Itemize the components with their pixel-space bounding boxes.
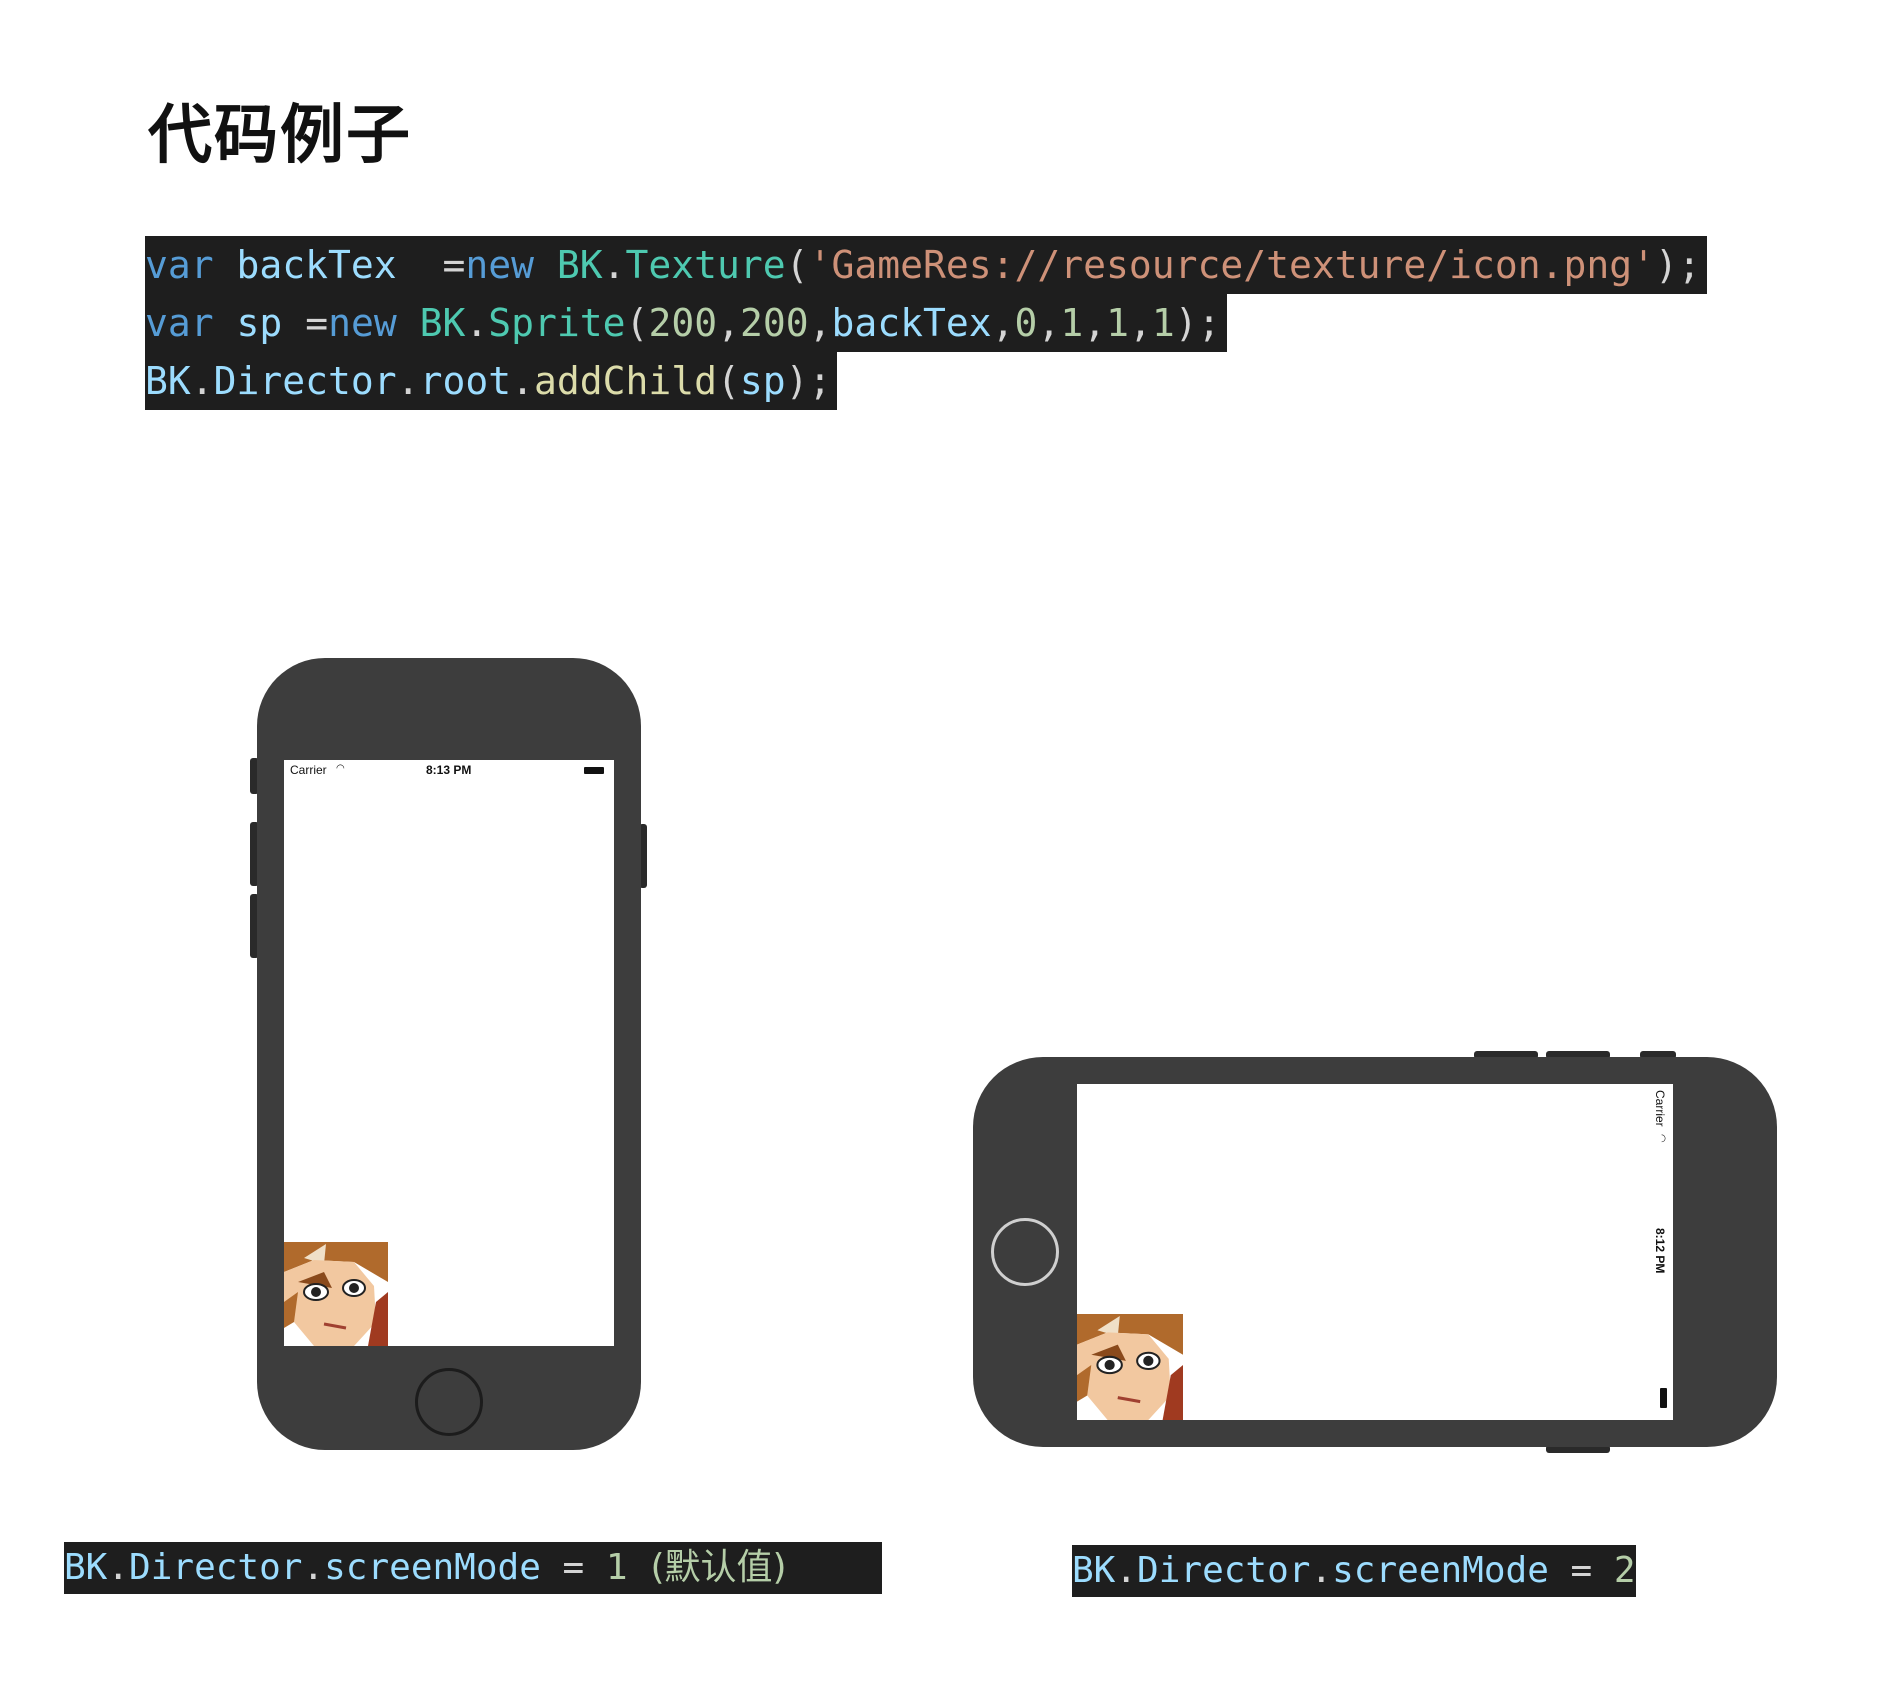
comma: , <box>1037 301 1061 345</box>
battery-icon <box>1660 1388 1667 1408</box>
keyword-var: var <box>145 243 214 287</box>
carrier-label: Carrier <box>1653 1090 1667 1127</box>
code-line-1: var backTex =new BK.Texture('GameRes://r… <box>145 236 1707 294</box>
number-literal: 1 <box>1060 301 1084 345</box>
page-title: 代码例子 <box>148 99 412 173</box>
director: Director <box>129 1547 303 1588</box>
dot: . <box>396 359 420 403</box>
dot: . <box>190 359 214 403</box>
comma: , <box>1129 301 1152 345</box>
dot: . <box>1310 1550 1333 1591</box>
root-property: root <box>419 359 512 403</box>
class-name: Texture <box>625 243 786 287</box>
dot: . <box>602 243 626 287</box>
portrait-screen: Carrier ◠ 8:13 PM <box>284 760 614 1346</box>
code-line-2: var sp =new BK.Sprite(200,200,backTex,0,… <box>145 294 1227 352</box>
namespace: BK <box>1072 1550 1116 1591</box>
namespace: BK <box>64 1547 108 1588</box>
variable-name: sp <box>236 301 283 345</box>
number-literal: 1 <box>1106 301 1129 345</box>
assign-operator: = <box>305 301 329 345</box>
status-time: 8:13 PM <box>426 763 472 777</box>
dot: . <box>465 301 489 345</box>
number-literal: 0 <box>1014 301 1038 345</box>
wifi-icon: ◠ <box>1656 1134 1667 1143</box>
class-name: Sprite <box>488 301 626 345</box>
sprite-face-icon <box>284 1242 388 1346</box>
keyword-var: var <box>145 301 214 345</box>
comma: , <box>808 301 832 345</box>
namespace: BK <box>556 243 603 287</box>
comma: , <box>1083 301 1107 345</box>
paren-close: ); <box>1174 301 1221 345</box>
dot: . <box>511 359 534 403</box>
equals: = <box>540 1547 606 1588</box>
caption-screenmode-1: BK.Director.screenMode = 1 (默认值) <box>64 1542 882 1594</box>
carrier-label: Carrier <box>290 763 327 777</box>
dot: . <box>1115 1550 1138 1591</box>
argument: backTex <box>831 301 992 345</box>
dot: . <box>107 1547 130 1588</box>
paren-open: ( <box>625 301 649 345</box>
paren-close: ); <box>1655 243 1701 287</box>
dot: . <box>302 1547 325 1588</box>
equals: = <box>1548 1550 1614 1591</box>
property-name: screenMode <box>1332 1550 1549 1591</box>
property-name: screenMode <box>324 1547 541 1588</box>
number-literal: 200 <box>739 301 809 345</box>
status-time: 8:12 PM <box>1653 1228 1667 1274</box>
number-literal: 200 <box>648 301 718 345</box>
string-literal: 'GameRes://resource/texture/icon.png' <box>808 243 1656 287</box>
number-literal: 1 <box>1151 301 1175 345</box>
paren-close: ); <box>785 359 832 403</box>
namespace: BK <box>145 359 191 403</box>
keyword-new: new <box>465 243 534 287</box>
value: 1 <box>605 1547 628 1588</box>
sprite-face-icon <box>1077 1314 1183 1420</box>
paren-open: ( <box>717 359 740 403</box>
namespace: BK <box>419 301 466 345</box>
keyword-new: new <box>328 301 397 345</box>
value: 2 <box>1613 1550 1636 1591</box>
director: Director <box>213 359 397 403</box>
director: Director <box>1137 1550 1311 1591</box>
comma: , <box>991 301 1015 345</box>
portrait-home-button[interactable] <box>415 1368 483 1436</box>
code-line-3: BK.Director.root.addChild(sp); <box>145 352 838 410</box>
comma: , <box>717 301 740 345</box>
battery-icon <box>584 767 604 774</box>
function-name: addChild <box>533 359 718 403</box>
paren-open: ( <box>785 243 809 287</box>
landscape-screen: Carrier ◠ 8:12 PM <box>1077 1084 1673 1420</box>
assign-operator: = <box>396 243 466 287</box>
caption-screenmode-2: BK.Director.screenMode = 2 <box>1072 1545 1636 1597</box>
default-note: (默认值) <box>627 1547 787 1588</box>
wifi-icon: ◠ <box>336 763 345 774</box>
argument: sp <box>739 359 786 403</box>
landscape-home-button[interactable] <box>991 1218 1059 1286</box>
variable-name: backTex <box>236 243 397 287</box>
